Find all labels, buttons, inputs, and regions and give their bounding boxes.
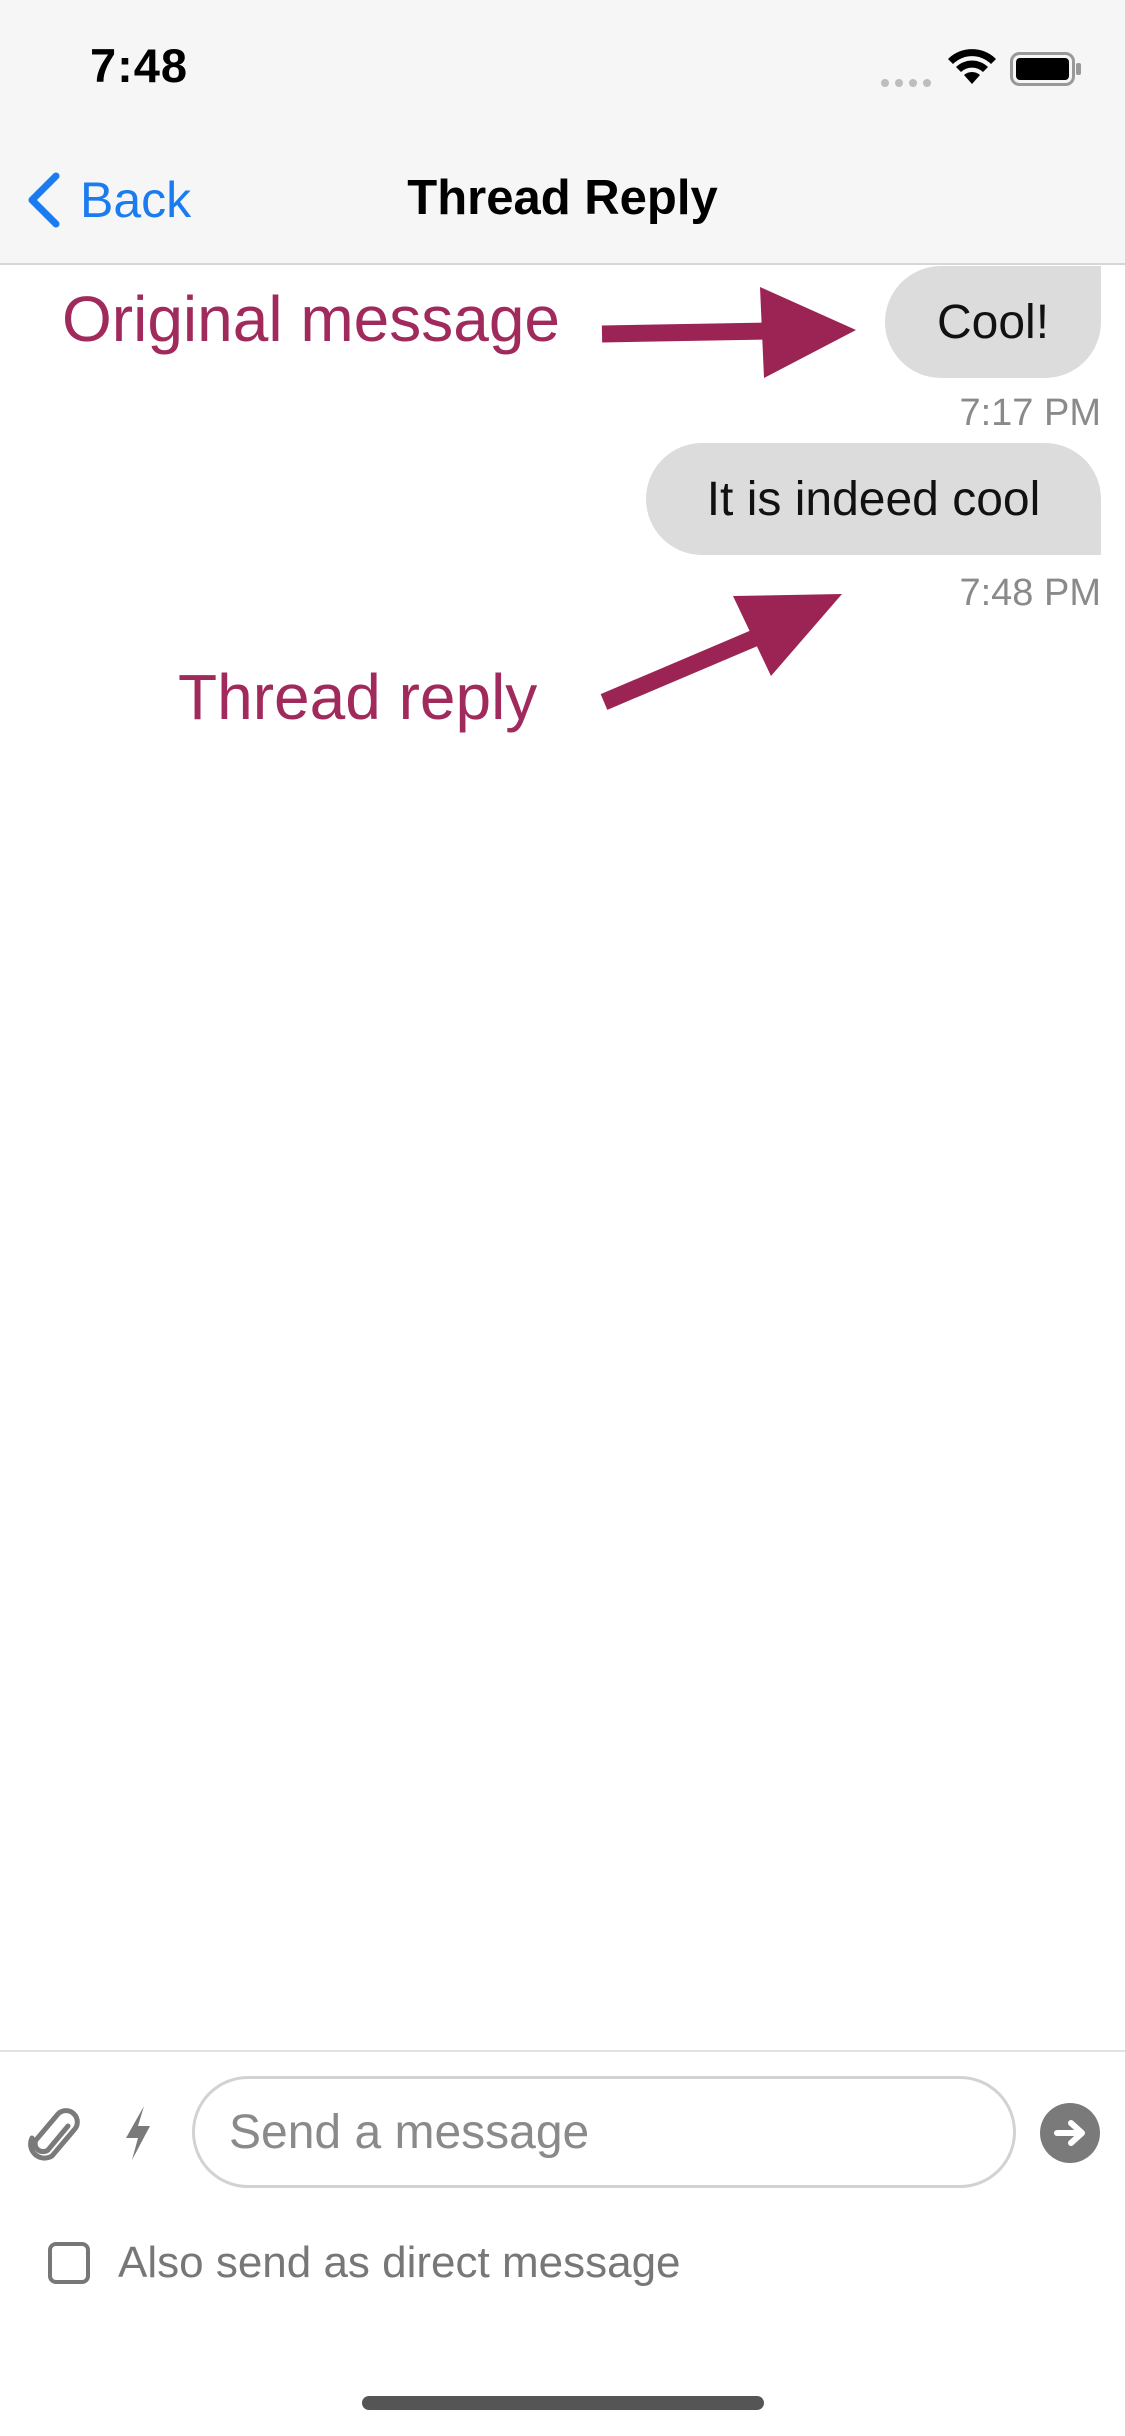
battery-icon	[1010, 52, 1081, 86]
arrow-right-annotation	[601, 287, 856, 378]
direct-message-checkbox[interactable]	[48, 2242, 90, 2284]
direct-message-toggle[interactable]: Also send as direct message	[48, 2238, 681, 2288]
status-time: 7:48	[90, 39, 189, 92]
signal-icon	[881, 79, 931, 87]
page-title: Thread Reply	[407, 171, 718, 225]
header: 7:48 Back Thread Reply	[0, 0, 1125, 265]
message-bubble-reply[interactable]: It is indeed cool	[646, 443, 1101, 555]
annotation-original-message: Original message	[62, 283, 560, 355]
message-text: It is indeed cool	[706, 472, 1041, 526]
home-indicator	[362, 2396, 764, 2410]
arrow-up-right-annotation	[600, 594, 842, 710]
message-timestamp: 7:48 PM	[959, 572, 1101, 614]
send-button[interactable]	[1040, 2103, 1100, 2163]
wifi-icon	[948, 49, 996, 84]
message-input[interactable]	[192, 2076, 1016, 2188]
message-timestamp: 7:17 PM	[959, 392, 1101, 434]
thread-reply-screen: 7:48 Back Thread Reply Cool! 7:17 PM It …	[0, 0, 1125, 2436]
lightning-icon[interactable]	[120, 2104, 156, 2162]
message-bubble-original[interactable]: Cool!	[885, 266, 1101, 378]
direct-message-label: Also send as direct message	[118, 2238, 681, 2287]
annotation-thread-reply: Thread reply	[178, 661, 538, 733]
arrow-right-icon	[1054, 2120, 1085, 2146]
message-text: Cool!	[936, 295, 1050, 349]
paperclip-icon[interactable]	[28, 2104, 80, 2166]
